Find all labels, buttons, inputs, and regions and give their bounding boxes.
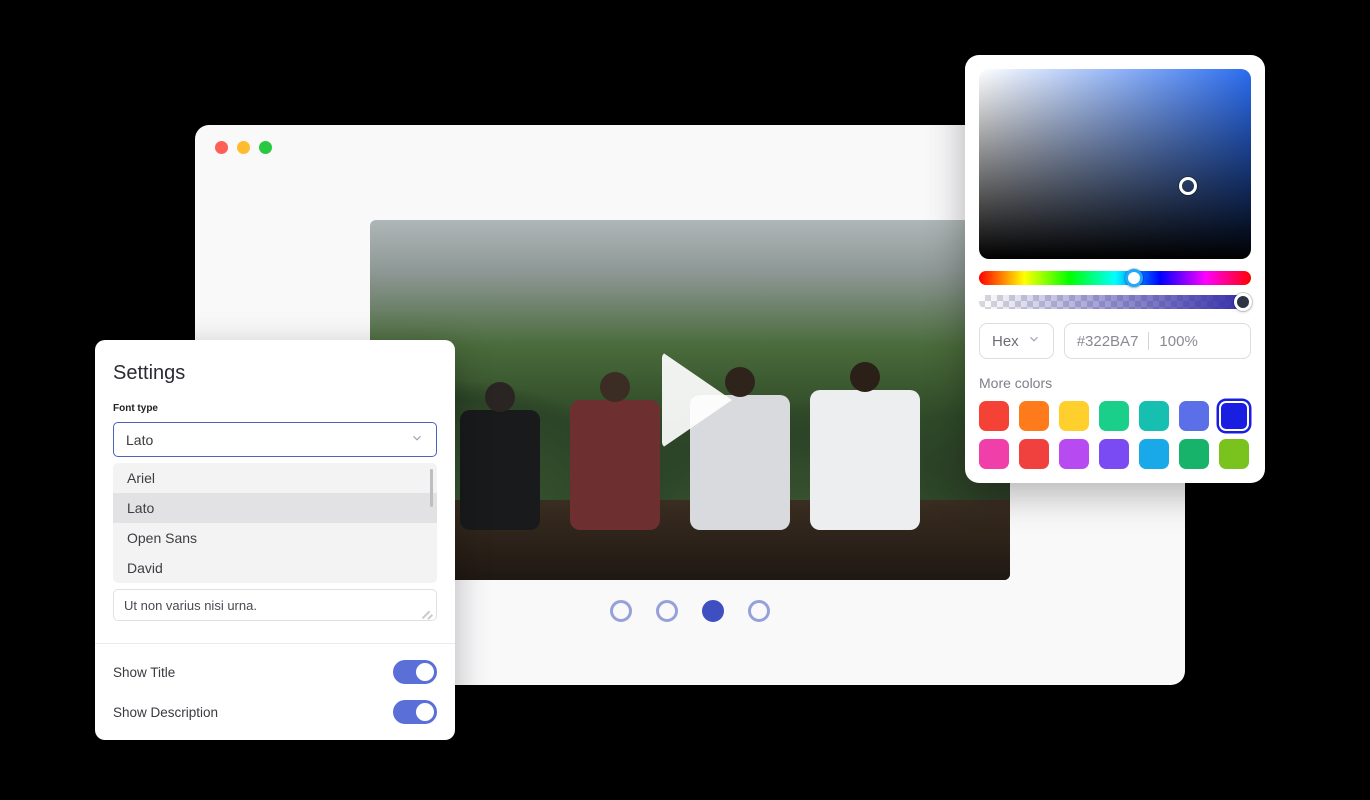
scene-person [810, 390, 920, 530]
color-swatch[interactable] [979, 439, 1009, 469]
textarea-value: Ut non varius nisi urna. [124, 598, 257, 613]
pager-dot[interactable] [610, 600, 632, 622]
show-description-row: Show Description [113, 684, 437, 724]
hex-value: #322BA7 [1077, 333, 1139, 350]
hue-slider[interactable] [979, 271, 1251, 285]
window-zoom-dot[interactable] [259, 141, 272, 154]
hue-thumb[interactable] [1125, 269, 1143, 287]
video-preview[interactable] [370, 220, 1010, 580]
color-swatch[interactable] [1059, 439, 1089, 469]
pager-dot[interactable] [656, 600, 678, 622]
color-swatch[interactable] [1139, 439, 1169, 469]
more-colors-label: More colors [979, 375, 1251, 391]
alpha-slider[interactable] [979, 295, 1251, 309]
pager-dot-active[interactable] [702, 600, 724, 622]
font-dropdown: Ariel Lato Open Sans David [113, 463, 437, 583]
alpha-value: 100% [1159, 333, 1197, 350]
resize-handle-icon[interactable] [423, 607, 433, 617]
chevron-down-icon [1027, 332, 1041, 350]
color-swatch[interactable] [1179, 401, 1209, 431]
color-mode-select[interactable]: Hex [979, 323, 1054, 359]
gradient-cursor[interactable] [1179, 177, 1197, 195]
color-swatch[interactable] [1099, 439, 1129, 469]
color-swatch[interactable] [1019, 401, 1049, 431]
window-minimize-dot[interactable] [237, 141, 250, 154]
settings-title: Settings [113, 362, 437, 385]
font-type-label: Font type [113, 403, 437, 414]
divider [1148, 332, 1149, 350]
swatch-grid [979, 401, 1251, 469]
show-description-toggle[interactable] [393, 700, 437, 724]
color-mode-value: Hex [992, 333, 1019, 350]
window-close-dot[interactable] [215, 141, 228, 154]
font-option[interactable]: David [113, 553, 437, 583]
alpha-thumb[interactable] [1234, 293, 1252, 311]
chevron-down-icon [410, 431, 424, 448]
play-icon [662, 352, 732, 448]
font-select-value: Lato [126, 432, 153, 448]
font-option[interactable]: Ariel [113, 463, 437, 493]
description-textarea[interactable]: Ut non varius nisi urna. [113, 589, 437, 621]
color-picker-panel: Hex #322BA7 100% More colors [965, 55, 1265, 483]
settings-panel: Settings Font type Lato Ariel Lato Open … [95, 340, 455, 740]
font-option[interactable]: Open Sans [113, 523, 437, 553]
window-controls [215, 141, 272, 154]
show-title-toggle[interactable] [393, 660, 437, 684]
hex-input[interactable]: #322BA7 100% [1064, 323, 1251, 359]
show-title-row: Show Title [113, 644, 437, 684]
color-swatch[interactable] [1139, 401, 1169, 431]
show-title-label: Show Title [113, 665, 175, 680]
dropdown-scrollbar[interactable] [430, 469, 433, 507]
color-swatch[interactable] [1179, 439, 1209, 469]
font-select[interactable]: Lato [113, 422, 437, 457]
color-swatch[interactable] [1099, 401, 1129, 431]
color-swatch[interactable] [979, 401, 1009, 431]
color-gradient[interactable] [979, 69, 1251, 259]
scene-person [460, 410, 540, 530]
color-swatch[interactable] [1019, 439, 1049, 469]
font-option-selected[interactable]: Lato [113, 493, 437, 523]
play-button[interactable] [635, 345, 745, 455]
color-swatch[interactable] [1219, 401, 1249, 431]
color-swatch[interactable] [1059, 401, 1089, 431]
color-swatch[interactable] [1219, 439, 1249, 469]
pager-dot[interactable] [748, 600, 770, 622]
show-description-label: Show Description [113, 705, 218, 720]
